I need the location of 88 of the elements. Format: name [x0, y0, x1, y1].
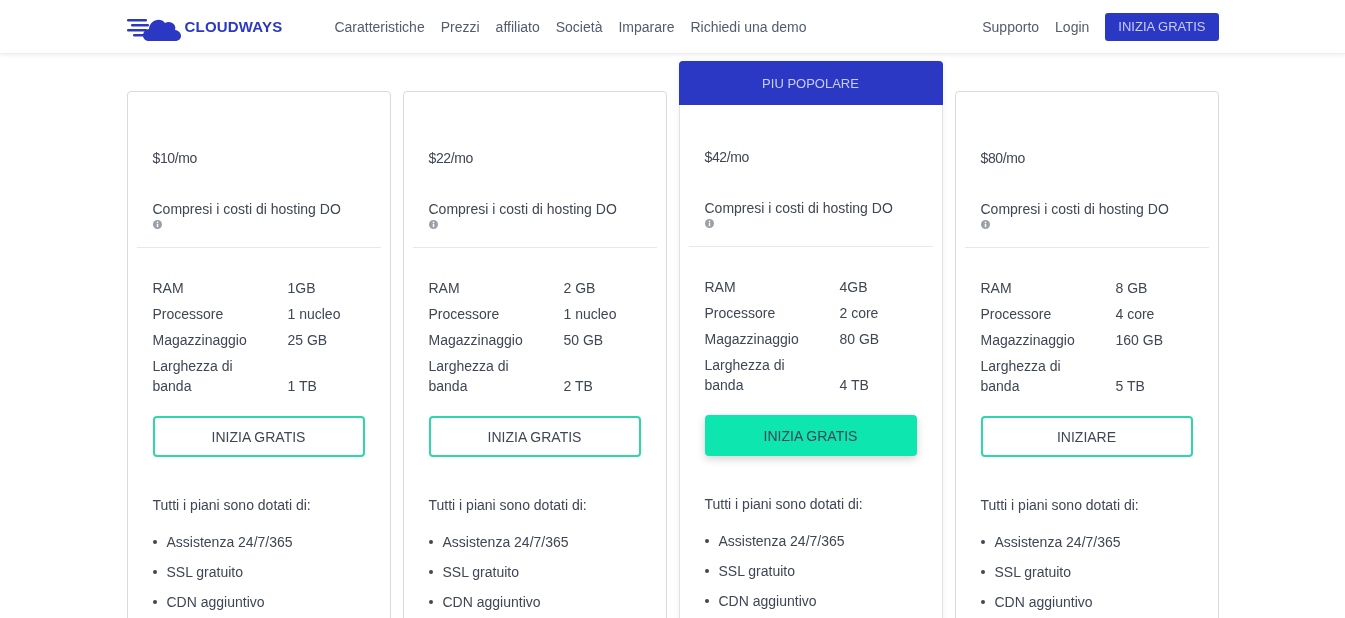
- nav-link[interactable]: Login: [1055, 18, 1090, 35]
- spec-label: Magazzinaggio: [980, 331, 1076, 350]
- bullet-icon: [152, 600, 157, 604]
- nav-link[interactable]: Società: [555, 18, 603, 35]
- feature-text: CDN aggiuntivo: [166, 594, 265, 610]
- feature-text: Assistenza 24/7/365: [718, 533, 845, 549]
- bullet-icon: [704, 539, 709, 543]
- spec-value: 2 TB: [563, 377, 594, 396]
- plan-price: $80/mo: [980, 149, 1026, 168]
- spec-label: Larghezza di banda: [704, 356, 786, 395]
- spec-label: Processore: [152, 305, 225, 324]
- spec-value: 1 nucleo: [563, 305, 618, 324]
- feature-text: SSL gratuito: [718, 563, 796, 579]
- spec-value: 5 TB: [1115, 377, 1146, 396]
- nav-link[interactable]: Richiedi una demo: [690, 18, 807, 35]
- spec-label: Processore: [980, 305, 1053, 324]
- spec-label: Magazzinaggio: [152, 331, 248, 350]
- feature-text: SSL gratuito: [994, 564, 1072, 580]
- nav-link[interactable]: Supporto: [982, 18, 1040, 35]
- spec-label: RAM: [428, 279, 461, 298]
- bullet-icon: [428, 570, 433, 574]
- start-free-button[interactable]: INIZIA GRATIS: [1105, 12, 1219, 41]
- plan-price: $10/mo: [152, 149, 198, 168]
- info-icon[interactable]: [704, 219, 714, 228]
- bullet-icon: [980, 540, 985, 544]
- spec-value: 4 TB: [839, 376, 870, 395]
- nav-link[interactable]: Caratteristiche: [334, 18, 425, 35]
- feature-text: CDN aggiuntivo: [994, 594, 1093, 610]
- spec-value: 8 GB: [1115, 279, 1149, 298]
- nav-link[interactable]: Prezzi: [440, 18, 480, 35]
- bullet-icon: [980, 600, 985, 604]
- hosting-note: Compresi i costi di hosting DO: [704, 199, 894, 217]
- hosting-note: Compresi i costi di hosting DO: [428, 200, 618, 218]
- spec-label: Larghezza di banda: [980, 357, 1062, 396]
- spec-label: Processore: [704, 304, 777, 323]
- spec-value: 1 TB: [287, 377, 318, 396]
- nav-link[interactable]: Imparare: [618, 18, 675, 35]
- start-button[interactable]: INIZIARE: [980, 416, 1193, 457]
- logo[interactable]: CLOUDWAYS: [126, 12, 283, 41]
- cloud-icon: [126, 18, 181, 41]
- features-heading: Tutti i piani sono dotati di:: [152, 497, 312, 513]
- info-icon[interactable]: [428, 220, 438, 229]
- feature-text: CDN aggiuntivo: [442, 594, 541, 610]
- features-heading: Tutti i piani sono dotati di:: [428, 497, 588, 513]
- features-heading: Tutti i piani sono dotati di:: [704, 496, 864, 512]
- spec-label: Magazzinaggio: [704, 330, 800, 349]
- start-button[interactable]: INIZIA GRATIS: [428, 416, 641, 457]
- bullet-icon: [152, 540, 157, 544]
- spec-value: 1 nucleo: [287, 305, 342, 324]
- spec-value: 50 GB: [563, 331, 605, 350]
- spec-label: RAM: [704, 278, 737, 297]
- spec-value: 2 GB: [563, 279, 597, 298]
- spec-label: Magazzinaggio: [428, 331, 524, 350]
- spec-label: RAM: [152, 279, 185, 298]
- nav-link[interactable]: affiliato: [495, 18, 540, 35]
- start-button[interactable]: INIZIA GRATIS: [152, 416, 365, 457]
- info-icon[interactable]: [152, 220, 162, 229]
- spec-label: RAM: [980, 279, 1013, 298]
- bullet-icon: [704, 599, 709, 603]
- spec-value: 80 GB: [839, 330, 881, 349]
- bullet-icon: [428, 540, 433, 544]
- spec-value: 4 core: [1115, 305, 1156, 324]
- bullet-icon: [428, 600, 433, 604]
- start-button[interactable]: INIZIA GRATIS: [704, 415, 917, 456]
- spec-label: Larghezza di banda: [152, 357, 234, 396]
- spec-label: Larghezza di banda: [428, 357, 510, 396]
- spec-value: 4GB: [839, 278, 869, 297]
- bullet-icon: [980, 570, 985, 574]
- spec-value: 1GB: [287, 279, 317, 298]
- feature-text: SSL gratuito: [166, 564, 244, 580]
- popular-banner: PIU POPOLARE: [678, 61, 943, 105]
- hosting-note: Compresi i costi di hosting DO: [152, 200, 342, 218]
- spec-value: 160 GB: [1115, 331, 1164, 350]
- feature-text: SSL gratuito: [442, 564, 520, 580]
- spec-label: Processore: [428, 305, 501, 324]
- spec-value: 2 core: [839, 304, 880, 323]
- features-heading: Tutti i piani sono dotati di:: [980, 497, 1140, 513]
- feature-text: Assistenza 24/7/365: [994, 534, 1121, 550]
- plan-price: $42/mo: [704, 148, 750, 167]
- plan-price: $22/mo: [428, 149, 474, 168]
- feature-text: Assistenza 24/7/365: [442, 534, 569, 550]
- spec-value: 25 GB: [287, 331, 329, 350]
- feature-text: CDN aggiuntivo: [718, 593, 817, 609]
- feature-text: Assistenza 24/7/365: [166, 534, 293, 550]
- bullet-icon: [152, 570, 157, 574]
- hosting-note: Compresi i costi di hosting DO: [980, 200, 1170, 218]
- bullet-icon: [704, 569, 709, 573]
- info-icon[interactable]: [980, 220, 990, 229]
